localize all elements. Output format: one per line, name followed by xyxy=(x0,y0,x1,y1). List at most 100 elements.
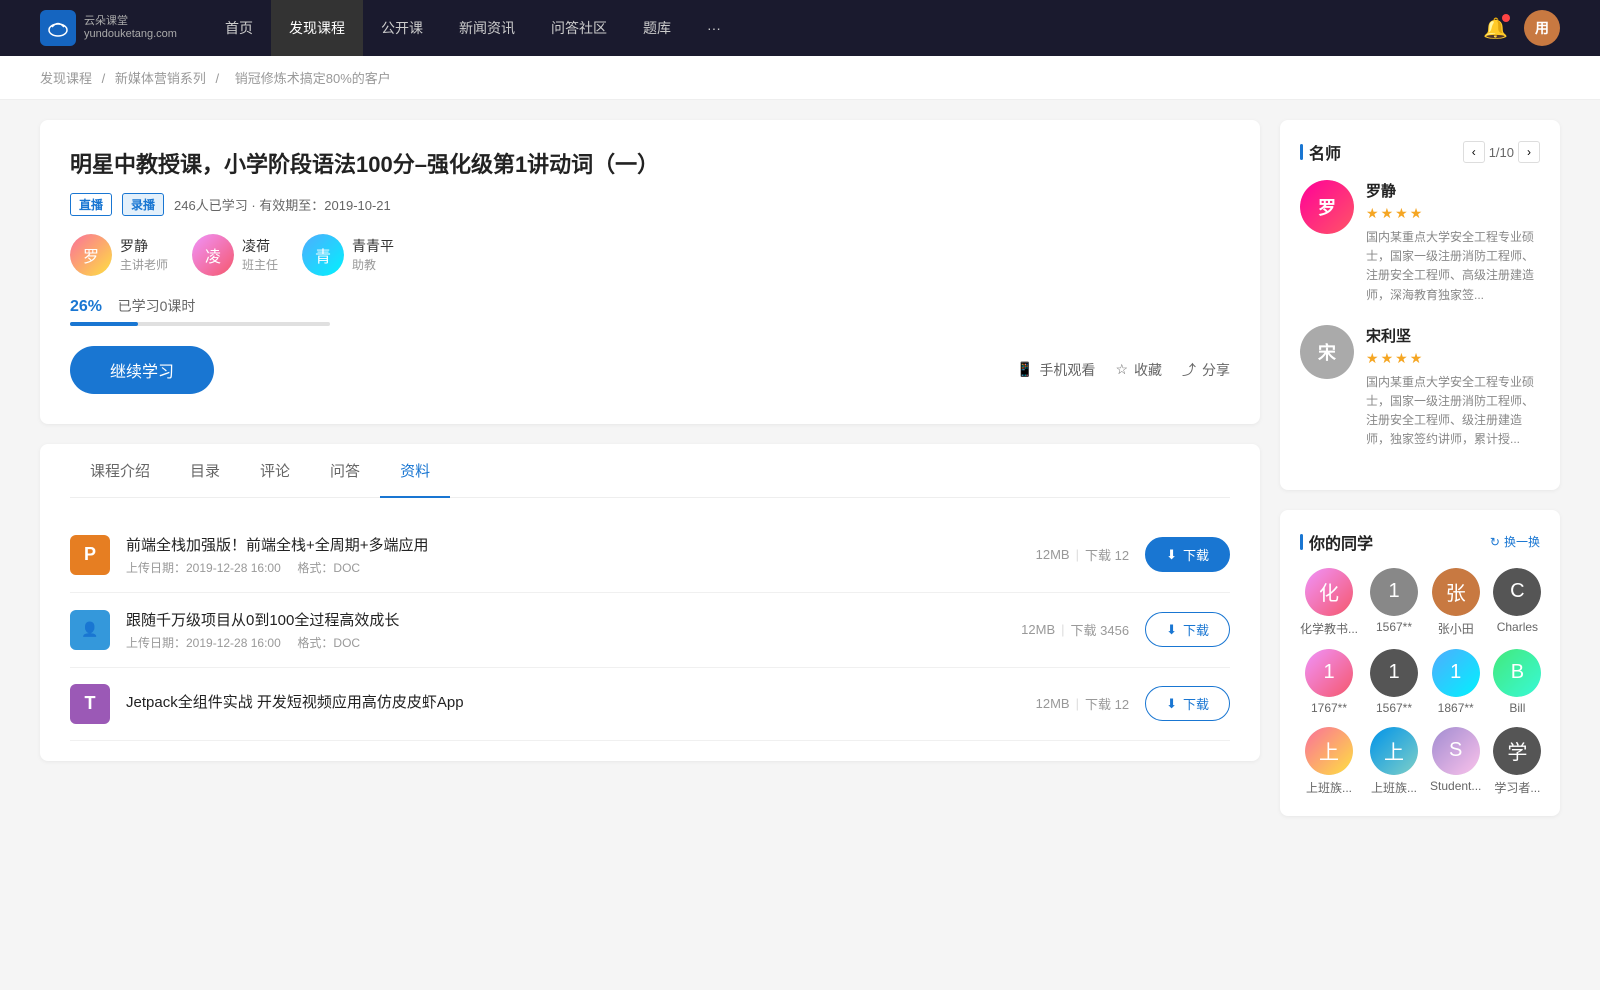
classmate-item-6[interactable]: 1 1867** xyxy=(1430,649,1481,715)
download-label-1: 下载 xyxy=(1183,620,1209,639)
classmate-name-4: 1767** xyxy=(1311,701,1347,715)
nav-item-home[interactable]: 首页 xyxy=(207,0,271,56)
classmate-avatar-9: 上 xyxy=(1370,727,1418,775)
teachers-prev-button[interactable]: ‹ xyxy=(1463,141,1485,163)
classmate-item-3[interactable]: C Charles xyxy=(1493,568,1541,637)
nav-item-qa[interactable]: 问答社区 xyxy=(533,0,625,56)
teacher-sidebar-name-0: 罗静 xyxy=(1366,180,1540,201)
file-icon-2: T xyxy=(70,684,110,724)
teacher-avatar-2: 青 xyxy=(302,234,344,276)
bell-button[interactable]: 🔔 xyxy=(1483,16,1508,41)
navbar: 云朵课堂 yundouketang.com 首页 发现课程 公开课 新闻资讯 问… xyxy=(0,0,1600,56)
classmates-header: 你的同学 ↻ 换一换 xyxy=(1300,530,1540,554)
classmate-name-1: 1567** xyxy=(1376,620,1412,634)
file-size-2: 12MB xyxy=(1036,696,1070,711)
share-button[interactable]: ⤴ 分享 xyxy=(1182,360,1230,380)
teachers-page: 1/10 xyxy=(1489,145,1514,160)
teacher-info-2: 青青平 助教 xyxy=(352,236,394,273)
progress-pct: 26% xyxy=(70,298,102,315)
tab-comment[interactable]: 评论 xyxy=(240,444,310,497)
nav-right: 🔔 用 xyxy=(1483,10,1560,46)
classmates-refresh-button[interactable]: ↻ 换一换 xyxy=(1490,533,1540,550)
classmate-name-11: 学习者... xyxy=(1494,779,1540,796)
classmate-item-7[interactable]: B Bill xyxy=(1493,649,1541,715)
classmate-avatar-0: 化 xyxy=(1305,568,1353,616)
nav-item-quiz[interactable]: 题库 xyxy=(625,0,689,56)
refresh-icon: ↻ xyxy=(1490,535,1500,549)
nav-items: 首页 发现课程 公开课 新闻资讯 问答社区 题库 ··· xyxy=(207,0,1483,56)
file-info-2: Jetpack全组件实战 开发短视频应用高仿皮皮虾App xyxy=(126,691,1020,716)
download-label-2: 下载 xyxy=(1183,694,1209,713)
teacher-role-2: 助教 xyxy=(352,256,394,273)
teachers-sidebar-card: 名师 ‹ 1/10 › 罗 罗静 ★ ★ ★ ★ xyxy=(1280,120,1560,490)
classmate-item-5[interactable]: 1 1567** xyxy=(1370,649,1418,715)
classmate-item-8[interactable]: 上 上班族... xyxy=(1300,727,1358,796)
file-upload-date-1: 上传日期：2019-12-28 16:00 xyxy=(126,636,281,650)
teacher-sidebar-desc-0: 国内某重点大学安全工程专业硕士，国家一级注册消防工程师、注册安全工程师、高级注册… xyxy=(1366,228,1540,305)
classmate-avatar-6: 1 xyxy=(1432,649,1480,697)
classmate-item-4[interactable]: 1 1767** xyxy=(1300,649,1358,715)
tab-content: P 前端全栈加强版！前端全栈+全周期+多端应用 上传日期：2019-12-28 … xyxy=(70,498,1230,761)
classmate-avatar-2: 张 xyxy=(1432,568,1480,616)
teacher-name-1: 凌荷 xyxy=(242,236,278,256)
file-name-1: 跟随千万级项目从0到100全过程高效成长 xyxy=(126,609,1005,630)
nav-item-open[interactable]: 公开课 xyxy=(363,0,441,56)
breadcrumb-link-discover[interactable]: 发现课程 xyxy=(40,71,92,86)
classmate-avatar-10: S xyxy=(1432,727,1480,775)
classmate-avatar-1: 1 xyxy=(1370,568,1418,616)
teachers-next-button[interactable]: › xyxy=(1518,141,1540,163)
breadcrumb-link-series[interactable]: 新媒体营销系列 xyxy=(115,71,206,86)
file-meta-0: 上传日期：2019-12-28 16:00 格式：DOC xyxy=(126,559,1020,576)
file-sep-0: | xyxy=(1076,547,1079,562)
file-item-1: 👤 跟随千万级项目从0到100全过程高效成长 上传日期：2019-12-28 1… xyxy=(70,593,1230,668)
teacher-item-2: 青 青青平 助教 xyxy=(302,234,394,276)
mobile-watch-button[interactable]: 📱 手机观看 xyxy=(1016,360,1095,380)
file-downloads-0: 下载 12 xyxy=(1085,545,1129,564)
download-button-2[interactable]: ⬇ 下载 xyxy=(1145,686,1230,721)
collect-label: 收藏 xyxy=(1134,360,1162,380)
collect-button[interactable]: ☆ 收藏 xyxy=(1115,360,1162,380)
nav-item-discover[interactable]: 发现课程 xyxy=(271,0,363,56)
tab-materials[interactable]: 资料 xyxy=(380,444,450,497)
file-name-0: 前端全栈加强版！前端全栈+全周期+多端应用 xyxy=(126,534,1020,555)
download-button-0[interactable]: ⬇ 下载 xyxy=(1145,537,1230,572)
star-icon: ☆ xyxy=(1115,361,1128,378)
nav-item-more[interactable]: ··· xyxy=(689,0,739,56)
badge-live: 直播 xyxy=(70,193,112,216)
file-meta-1: 上传日期：2019-12-28 16:00 格式：DOC xyxy=(126,634,1005,651)
classmate-item-10[interactable]: S Student... xyxy=(1430,727,1481,796)
tab-qa[interactable]: 问答 xyxy=(310,444,380,497)
teacher-stars-0: ★ ★ ★ ★ xyxy=(1366,205,1540,222)
classmate-item-11[interactable]: 学 学习者... xyxy=(1493,727,1541,796)
progress-bar-fill xyxy=(70,322,138,326)
classmate-item-2[interactable]: 张 张小田 xyxy=(1430,568,1481,637)
file-item-2: T Jetpack全组件实战 开发短视频应用高仿皮皮虾App 12MB | 下载… xyxy=(70,668,1230,741)
classmate-avatar-7: B xyxy=(1493,649,1541,697)
tabs-nav: 课程介绍 目录 评论 问答 资料 xyxy=(70,444,1230,498)
classmate-item-0[interactable]: 化 化学教书... xyxy=(1300,568,1358,637)
continue-button[interactable]: 继续学习 xyxy=(70,346,214,394)
classmates-card: 你的同学 ↻ 换一换 化 化学教书... 1 1567** xyxy=(1280,510,1560,816)
nav-item-news[interactable]: 新闻资讯 xyxy=(441,0,533,56)
classmate-avatar-4: 1 xyxy=(1305,649,1353,697)
refresh-label: 换一换 xyxy=(1504,533,1540,550)
classmate-name-2: 张小田 xyxy=(1438,620,1474,637)
classmate-item-9[interactable]: 上 上班族... xyxy=(1370,727,1418,796)
logo[interactable]: 云朵课堂 yundouketang.com xyxy=(40,10,177,46)
download-button-1[interactable]: ⬇ 下载 xyxy=(1145,612,1230,647)
sidebar: 名师 ‹ 1/10 › 罗 罗静 ★ ★ ★ ★ xyxy=(1280,120,1560,836)
user-avatar-nav[interactable]: 用 xyxy=(1524,10,1560,46)
breadcrumb: 发现课程 / 新媒体营销系列 / 销冠修炼术搞定80%的客户 xyxy=(0,56,1600,100)
teacher-sidebar-info-1: 宋利坚 ★ ★ ★ ★ 国内某重点大学安全工程专业硕士，国家一级注册消防工程师、… xyxy=(1366,325,1540,450)
tab-intro[interactable]: 课程介绍 xyxy=(70,444,170,497)
file-stats-2: 12MB | 下载 12 xyxy=(1036,694,1129,713)
classmate-item-1[interactable]: 1 1567** xyxy=(1370,568,1418,637)
teacher-item-1: 凌 凌荷 班主任 xyxy=(192,234,278,276)
teacher-avatar-1: 凌 xyxy=(192,234,234,276)
tab-catalog[interactable]: 目录 xyxy=(170,444,240,497)
download-icon-2: ⬇ xyxy=(1166,696,1177,712)
classmates-title: 你的同学 xyxy=(1300,530,1373,554)
breadcrumb-current: 销冠修炼术搞定80%的客户 xyxy=(235,71,391,86)
classmate-avatar-11: 学 xyxy=(1493,727,1541,775)
teacher-sidebar-avatar-0: 罗 xyxy=(1300,180,1354,234)
